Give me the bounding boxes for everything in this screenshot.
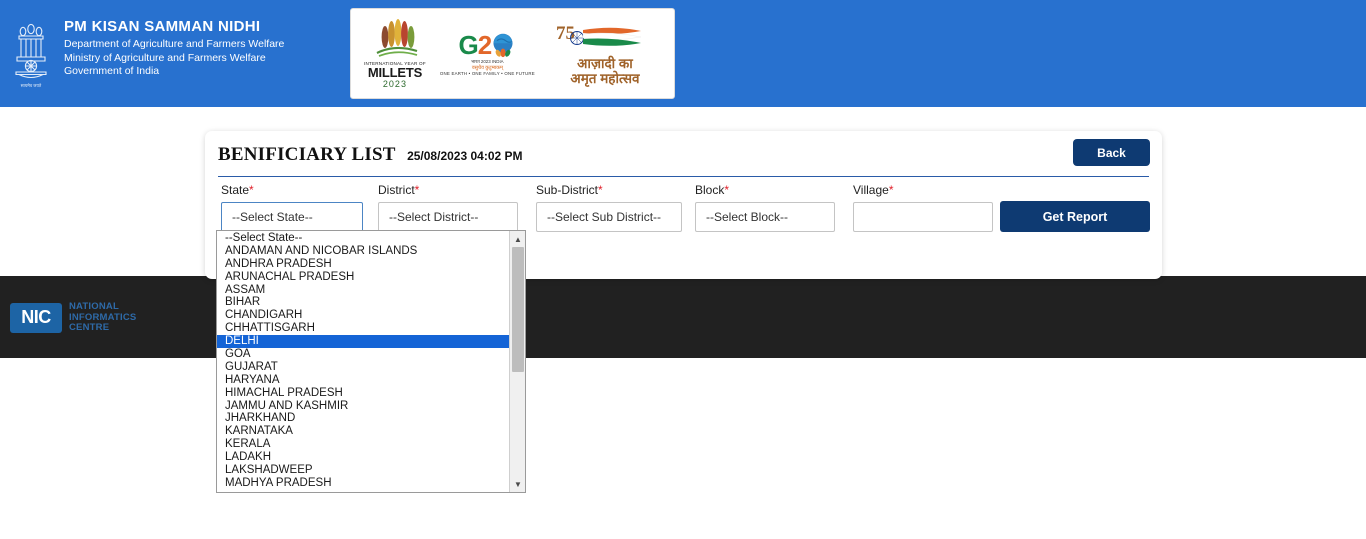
dropdown-option[interactable]: ANDHRA PRADESH <box>217 258 510 271</box>
field-state: State* --Select State-- <box>221 183 363 232</box>
campaign-banner: INTERNATIONAL YEAR OF MILLETS 2023 G2 भा… <box>350 8 675 99</box>
required-marker: * <box>598 183 603 197</box>
get-report-button[interactable]: Get Report <box>1000 201 1150 232</box>
required-marker: * <box>888 183 894 197</box>
label-state: State* <box>221 183 363 198</box>
millets-year: 2023 <box>382 78 407 89</box>
dropdown-option[interactable]: GUJARAT <box>217 361 510 374</box>
dropdown-option[interactable]: ASSAM <box>217 284 510 297</box>
dropdown-option[interactable]: KARNATAKA <box>217 425 510 438</box>
label-village-text: Village <box>853 183 889 197</box>
back-button[interactable]: Back <box>1073 139 1150 166</box>
dropdown-option[interactable]: CHANDIGARH <box>217 309 510 322</box>
label-village: Village* <box>853 183 993 198</box>
dropdown-option[interactable]: JHARKHAND <box>217 412 510 425</box>
brand-subtitle-2: Ministry of Agriculture and Farmers Welf… <box>64 51 266 64</box>
label-sub-district: Sub-District* <box>536 183 682 198</box>
dropdown-option[interactable]: LAKSHADWEEP <box>217 464 510 477</box>
brand-text: PM KISAN SAMMAN NIDHI Department of Agri… <box>64 18 284 79</box>
millets-title: MILLETS <box>367 64 423 80</box>
label-sub-district-text: Sub-District <box>536 183 599 197</box>
dropdown-option[interactable]: JAMMU AND KASHMIR <box>217 400 510 413</box>
azadi-line-1: आज़ादी का <box>577 55 633 71</box>
dropdown-option[interactable]: GOA <box>217 348 510 361</box>
azadi-line-2: अमृत महोत्सव <box>570 70 640 86</box>
azadi-ka-amrit-mahotsav-icon: 75 आज़ादी का अमृत महोत्सव <box>549 22 661 86</box>
dropdown-option[interactable]: HIMACHAL PRADESH <box>217 387 510 400</box>
g20-subtitle-3: ONE EARTH • ONE FAMILY • ONE FUTURE <box>439 70 535 76</box>
dropdown-option[interactable]: KERALA <box>217 438 510 451</box>
card-divider <box>218 176 1149 177</box>
nic-line-1: NATIONAL <box>69 301 119 312</box>
nic-mark: NIC <box>10 302 62 333</box>
g20-logo-icon: G2 भारत 2023 INDIA वसुधैव कुटुम्बकम् ONE… <box>440 32 535 76</box>
svg-text:सत्यमेव जयते: सत्यमेव जयते <box>21 83 42 88</box>
dropdown-option[interactable]: ARUNACHAL PRADESH <box>217 271 510 284</box>
label-state-text: State <box>221 183 250 197</box>
village-select[interactable] <box>853 202 993 232</box>
required-marker: * <box>724 183 730 197</box>
india-state-emblem-icon: सत्यमेव जयते <box>8 18 54 92</box>
scrollbar-thumb[interactable] <box>512 247 524 372</box>
brand-title: PM KISAN SAMMAN NIDHI <box>64 18 261 35</box>
brand-subtitle-1: Department of Agriculture and Farmers We… <box>64 38 285 50</box>
field-village: Village* <box>853 183 993 232</box>
block-select[interactable]: --Select Block-- <box>695 202 835 232</box>
state-option-list: --Select State-- ANDAMAN AND NICOBAR ISLA… <box>217 231 510 492</box>
nic-fullname: NATIONAL INFORMATICS CENTRE <box>69 301 136 334</box>
state-select[interactable]: --Select State-- <box>221 202 363 232</box>
site-header: सत्यमेव जयते PM KISAN SAMMAN NIDHI Depar… <box>0 0 1366 107</box>
dropdown-option[interactable]: BIHAR <box>217 296 510 309</box>
triangle-up-icon[interactable]: ▲ <box>510 231 525 247</box>
dropdown-option[interactable]: LADAKH <box>217 451 510 464</box>
dropdown-option[interactable]: --Select State-- <box>217 232 510 245</box>
dropdown-option[interactable]: ANDAMAN AND NICOBAR ISLANDS <box>217 245 510 258</box>
dropdown-option[interactable]: MADHYA PRADESH <box>217 477 510 490</box>
field-sub-district: Sub-District* --Select Sub District-- <box>536 183 682 232</box>
field-block: Block* --Select Block-- <box>695 183 835 232</box>
nic-line-3: CENTRE <box>69 322 110 333</box>
dropdown-option[interactable]: DELHI <box>217 335 510 349</box>
required-marker: * <box>249 183 254 197</box>
triangle-down-icon[interactable]: ▼ <box>510 476 525 492</box>
page-root: सत्यमेव जयते PM KISAN SAMMAN NIDHI Depar… <box>0 0 1366 539</box>
brand-block: सत्यमेव जयते PM KISAN SAMMAN NIDHI Depar… <box>8 18 284 92</box>
field-district: District* --Select District-- <box>378 183 518 232</box>
district-select[interactable]: --Select District-- <box>378 202 518 232</box>
dropdown-scrollbar[interactable]: ▲ ▼ <box>509 231 525 492</box>
report-timestamp: 25/08/2023 04:02 PM <box>407 149 523 163</box>
state-dropdown-list[interactable]: --Select State-- ANDAMAN AND NICOBAR ISLA… <box>216 230 526 493</box>
brand-subtitle-3: Government of India <box>64 65 160 77</box>
label-block: Block* <box>695 183 835 198</box>
card-header: BENIFICIARY LIST 25/08/2023 04:02 PM Bac… <box>205 131 1162 175</box>
millets-logo-icon: INTERNATIONAL YEAR OF MILLETS 2023 <box>364 18 426 89</box>
label-district: District* <box>378 183 518 198</box>
page-title: BENIFICIARY LIST <box>218 144 396 165</box>
g20-letter-g: G <box>458 29 479 60</box>
sub-district-select[interactable]: --Select Sub District-- <box>536 202 682 232</box>
required-marker: * <box>414 183 420 197</box>
site-footer: NIC NATIONAL INFORMATICS CENTRE ght Poli… <box>0 276 1366 358</box>
g20-digit-2: 2 <box>477 29 493 60</box>
dropdown-option[interactable]: HARYANA <box>217 374 510 387</box>
dropdown-option[interactable]: CHHATTISGARH <box>217 322 510 335</box>
nic-logo-icon: NIC NATIONAL INFORMATICS CENTRE <box>10 301 136 334</box>
label-district-text: District <box>378 183 415 197</box>
label-block-text: Block <box>695 183 725 197</box>
